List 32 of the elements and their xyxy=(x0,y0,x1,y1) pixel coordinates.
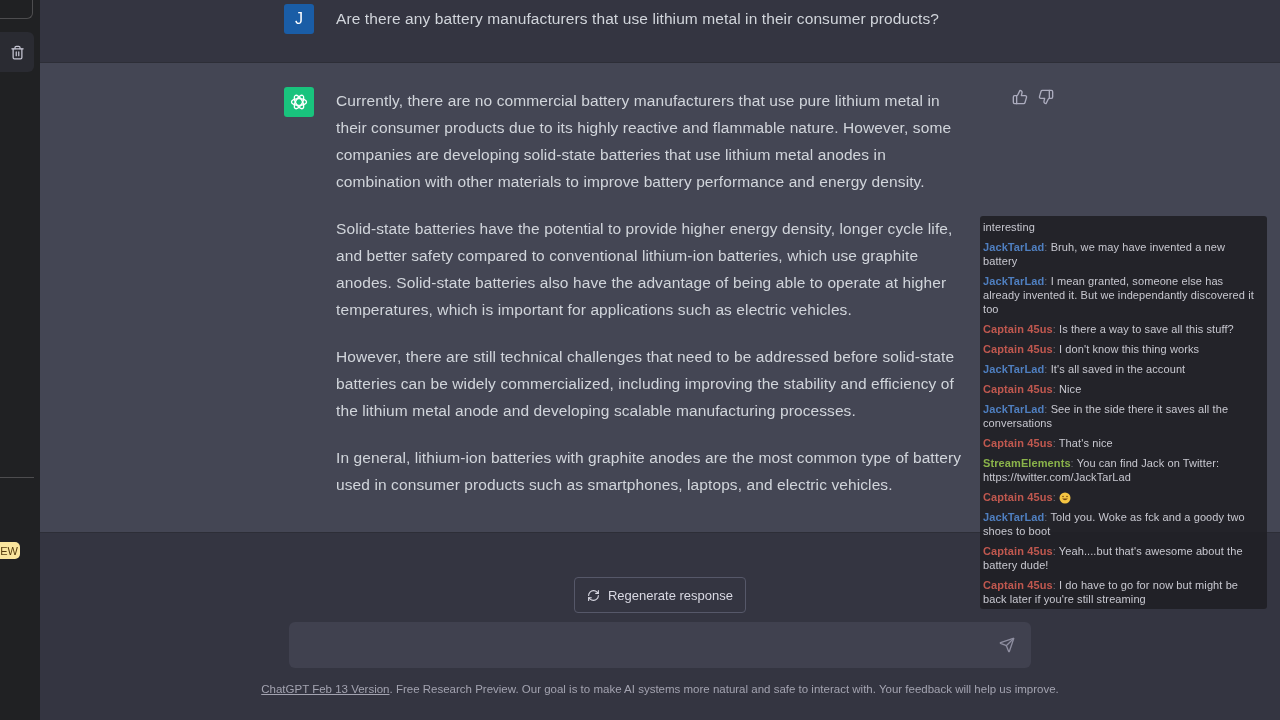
message-text: In general, lithium-ion batteries with graphite anodes are the most common type of battery used in consumer products such as smartphones, laptops, and electric vehicles. xyxy=(336,448,963,495)
send-icon[interactable] xyxy=(999,637,1015,653)
new-badge: EW xyxy=(0,542,20,559)
chat-message: Captain 45us: xyxy=(983,490,1261,505)
chat-message: StreamElements: You can find Jack on Twitter: https://twitter.com/JackTarLad xyxy=(983,456,1221,484)
message-text: Are there any battery manufacturers that use lithium metal in their consumer products? xyxy=(336,9,941,29)
chat-message: Captain 45us: Nice xyxy=(983,382,1083,396)
delete-button[interactable] xyxy=(0,32,34,72)
version-link[interactable]: ChatGPT Feb 13 Version xyxy=(261,683,390,695)
chat-message: JackTarLad: I mean granted, someone else has already invented it. But we independantly discovered it too xyxy=(983,274,1255,316)
message-text: However, there are still technical challenges that need to be addressed before solid-state batteries can be widely commercialized, including improving the stability and efficiency of the lithium metal anode and developing scalable manufacturing processes. xyxy=(336,347,956,421)
chat-message: interesting xyxy=(983,220,1036,234)
chat-message: JackTarLad: Told you. Woke as fck and a goody two shoes to boot xyxy=(983,510,1246,539)
chat-message: JackTarLad: See in the side there it saves all the conversations xyxy=(983,402,1230,430)
trash-icon xyxy=(9,44,25,60)
laughing-emoji-icon xyxy=(1059,492,1071,505)
user-avatar: J xyxy=(284,4,314,34)
chat-message: Captain 45us: Is there a way to save all this stuff? xyxy=(983,322,1235,336)
message-text: Solid-state batteries have the potential to provide higher energy density, longer cycle life, and better safety compared to conventional lithium-ion batteries, which use graphite anodes. Solid-state batteries also have the advantage of being able to operate at higher temperatures, which is important for applications such as electric vehicles. xyxy=(336,219,954,320)
chat-message: JackTarLad: Bruh, we may have invented a new battery xyxy=(983,240,1227,268)
message-input[interactable] xyxy=(289,622,1031,668)
regenerate-button[interactable]: Regenerate response xyxy=(574,577,746,613)
chat-message: JackTarLad: It's all saved in the account xyxy=(983,362,1187,376)
refresh-icon xyxy=(587,588,600,602)
chat-message: Captain 45us: That's nice xyxy=(983,436,1114,450)
chat-message: Captain 45us: I do have to go for now but might be back later if you're still streaming xyxy=(983,578,1240,607)
thumbs-down-icon[interactable] xyxy=(1038,89,1054,105)
thumbs-up-icon[interactable] xyxy=(1012,89,1028,105)
chat-message: Captain 45us: Yeah....but that's awesome about the battery dude! xyxy=(983,544,1244,573)
message-text: Currently, there are no commercial battery manufacturers that use pure lithium metal in their consumer products due to its highly reactive and flammable nature. However, some companies are developing solid-state batteries that use lithium metal anodes in combination with other materials to improve battery performance and energy density. xyxy=(336,91,953,192)
chat-message: Captain 45us: I don't know this thing works xyxy=(983,342,1201,356)
footer-text: ChatGPT Feb 13 Version. Free Research Preview. Our goal is to make AI systems more natural and safe to interact with. Your feedback will help us improve. xyxy=(261,683,1059,695)
